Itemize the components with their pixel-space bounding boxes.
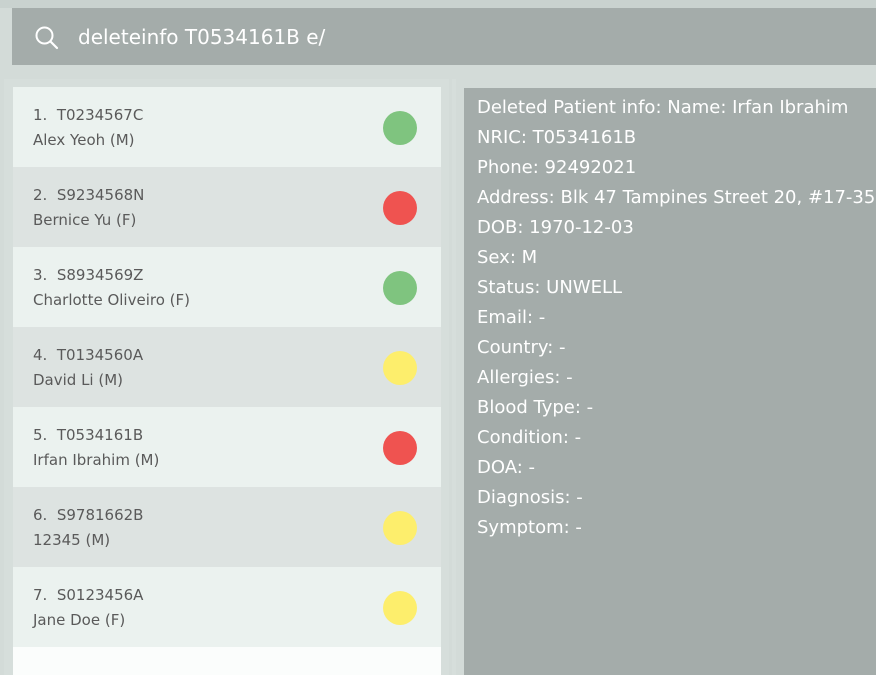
status-indicator [383,351,417,385]
list-item[interactable]: 6. S9781662B 12345 (M) [13,487,441,567]
detail-name-line: Deleted Patient info: Name: Irfan Ibrahi… [477,97,849,118]
detail-blood-type-line: Blood Type: - [477,397,594,418]
status-indicator [383,431,417,465]
patient-name-sex: Charlotte Oliveiro (F) [33,291,190,309]
status-indicator [383,511,417,545]
list-item[interactable]: 3. S8934569Z Charlotte Oliveiro (F) [13,247,441,327]
detail-condition-line: Condition: - [477,427,582,448]
status-indicator [383,191,417,225]
detail-dob-line: DOB: 1970-12-03 [477,217,634,238]
patient-index-nric: 2. S9234568N [33,186,145,204]
patient-name-sex: Bernice Yu (F) [33,211,137,229]
detail-country-line: Country: - [477,337,566,358]
patient-index-nric: 6. S9781662B [33,506,144,524]
list-item[interactable]: 7. S0123456A Jane Doe (F) [13,567,441,647]
pane-divider[interactable] [452,79,456,675]
detail-sex-line: Sex: M [477,247,538,268]
command-input[interactable] [78,22,858,52]
patient-index-nric: 1. T0234567C [33,106,144,124]
patient-index-nric: 5. T0534161B [33,426,144,444]
detail-status-line: Status: UNWELL [477,277,623,298]
detail-address-line: Address: Blk 47 Tampines Street 20, #17-… [477,187,876,208]
detail-email-line: Email: - [477,307,546,328]
patient-name-sex: Alex Yeoh (M) [33,131,135,149]
status-indicator [383,591,417,625]
detail-nric-line: NRIC: T0534161B [477,127,637,148]
detail-symptom-line: Symptom: - [477,517,582,538]
list-item[interactable]: 4. T0134560A David Li (M) [13,327,441,407]
patient-name-sex: David Li (M) [33,371,124,389]
patient-name-sex: Irfan Ibrahim (M) [33,451,160,469]
detail-phone-line: Phone: 92492021 [477,157,637,178]
command-bar [12,8,876,65]
list-item[interactable]: 1. T0234567C Alex Yeoh (M) [13,87,441,167]
patient-list[interactable]: 1. T0234567C Alex Yeoh (M) 2. S9234568N … [13,87,441,675]
search-icon [34,25,60,51]
list-item[interactable]: 2. S9234568N Bernice Yu (F) [13,167,441,247]
patient-name-sex: 12345 (M) [33,531,111,549]
status-indicator [383,111,417,145]
patient-name-sex: Jane Doe (F) [33,611,126,629]
detail-allergies-line: Allergies: - [477,367,573,388]
patient-index-nric: 3. S8934569Z [33,266,144,284]
app-window: 1. T0234567C Alex Yeoh (M) 2. S9234568N … [0,0,876,675]
result-display: Deleted Patient info: Name: Irfan Ibrahi… [464,88,876,675]
detail-diagnosis-line: Diagnosis: - [477,487,583,508]
detail-doa-line: DOA: - [477,457,535,478]
top-strip [0,0,876,8]
status-indicator [383,271,417,305]
list-item[interactable]: 5. T0534161B Irfan Ibrahim (M) [13,407,441,487]
patient-index-nric: 7. S0123456A [33,586,144,604]
patient-index-nric: 4. T0134560A [33,346,144,364]
